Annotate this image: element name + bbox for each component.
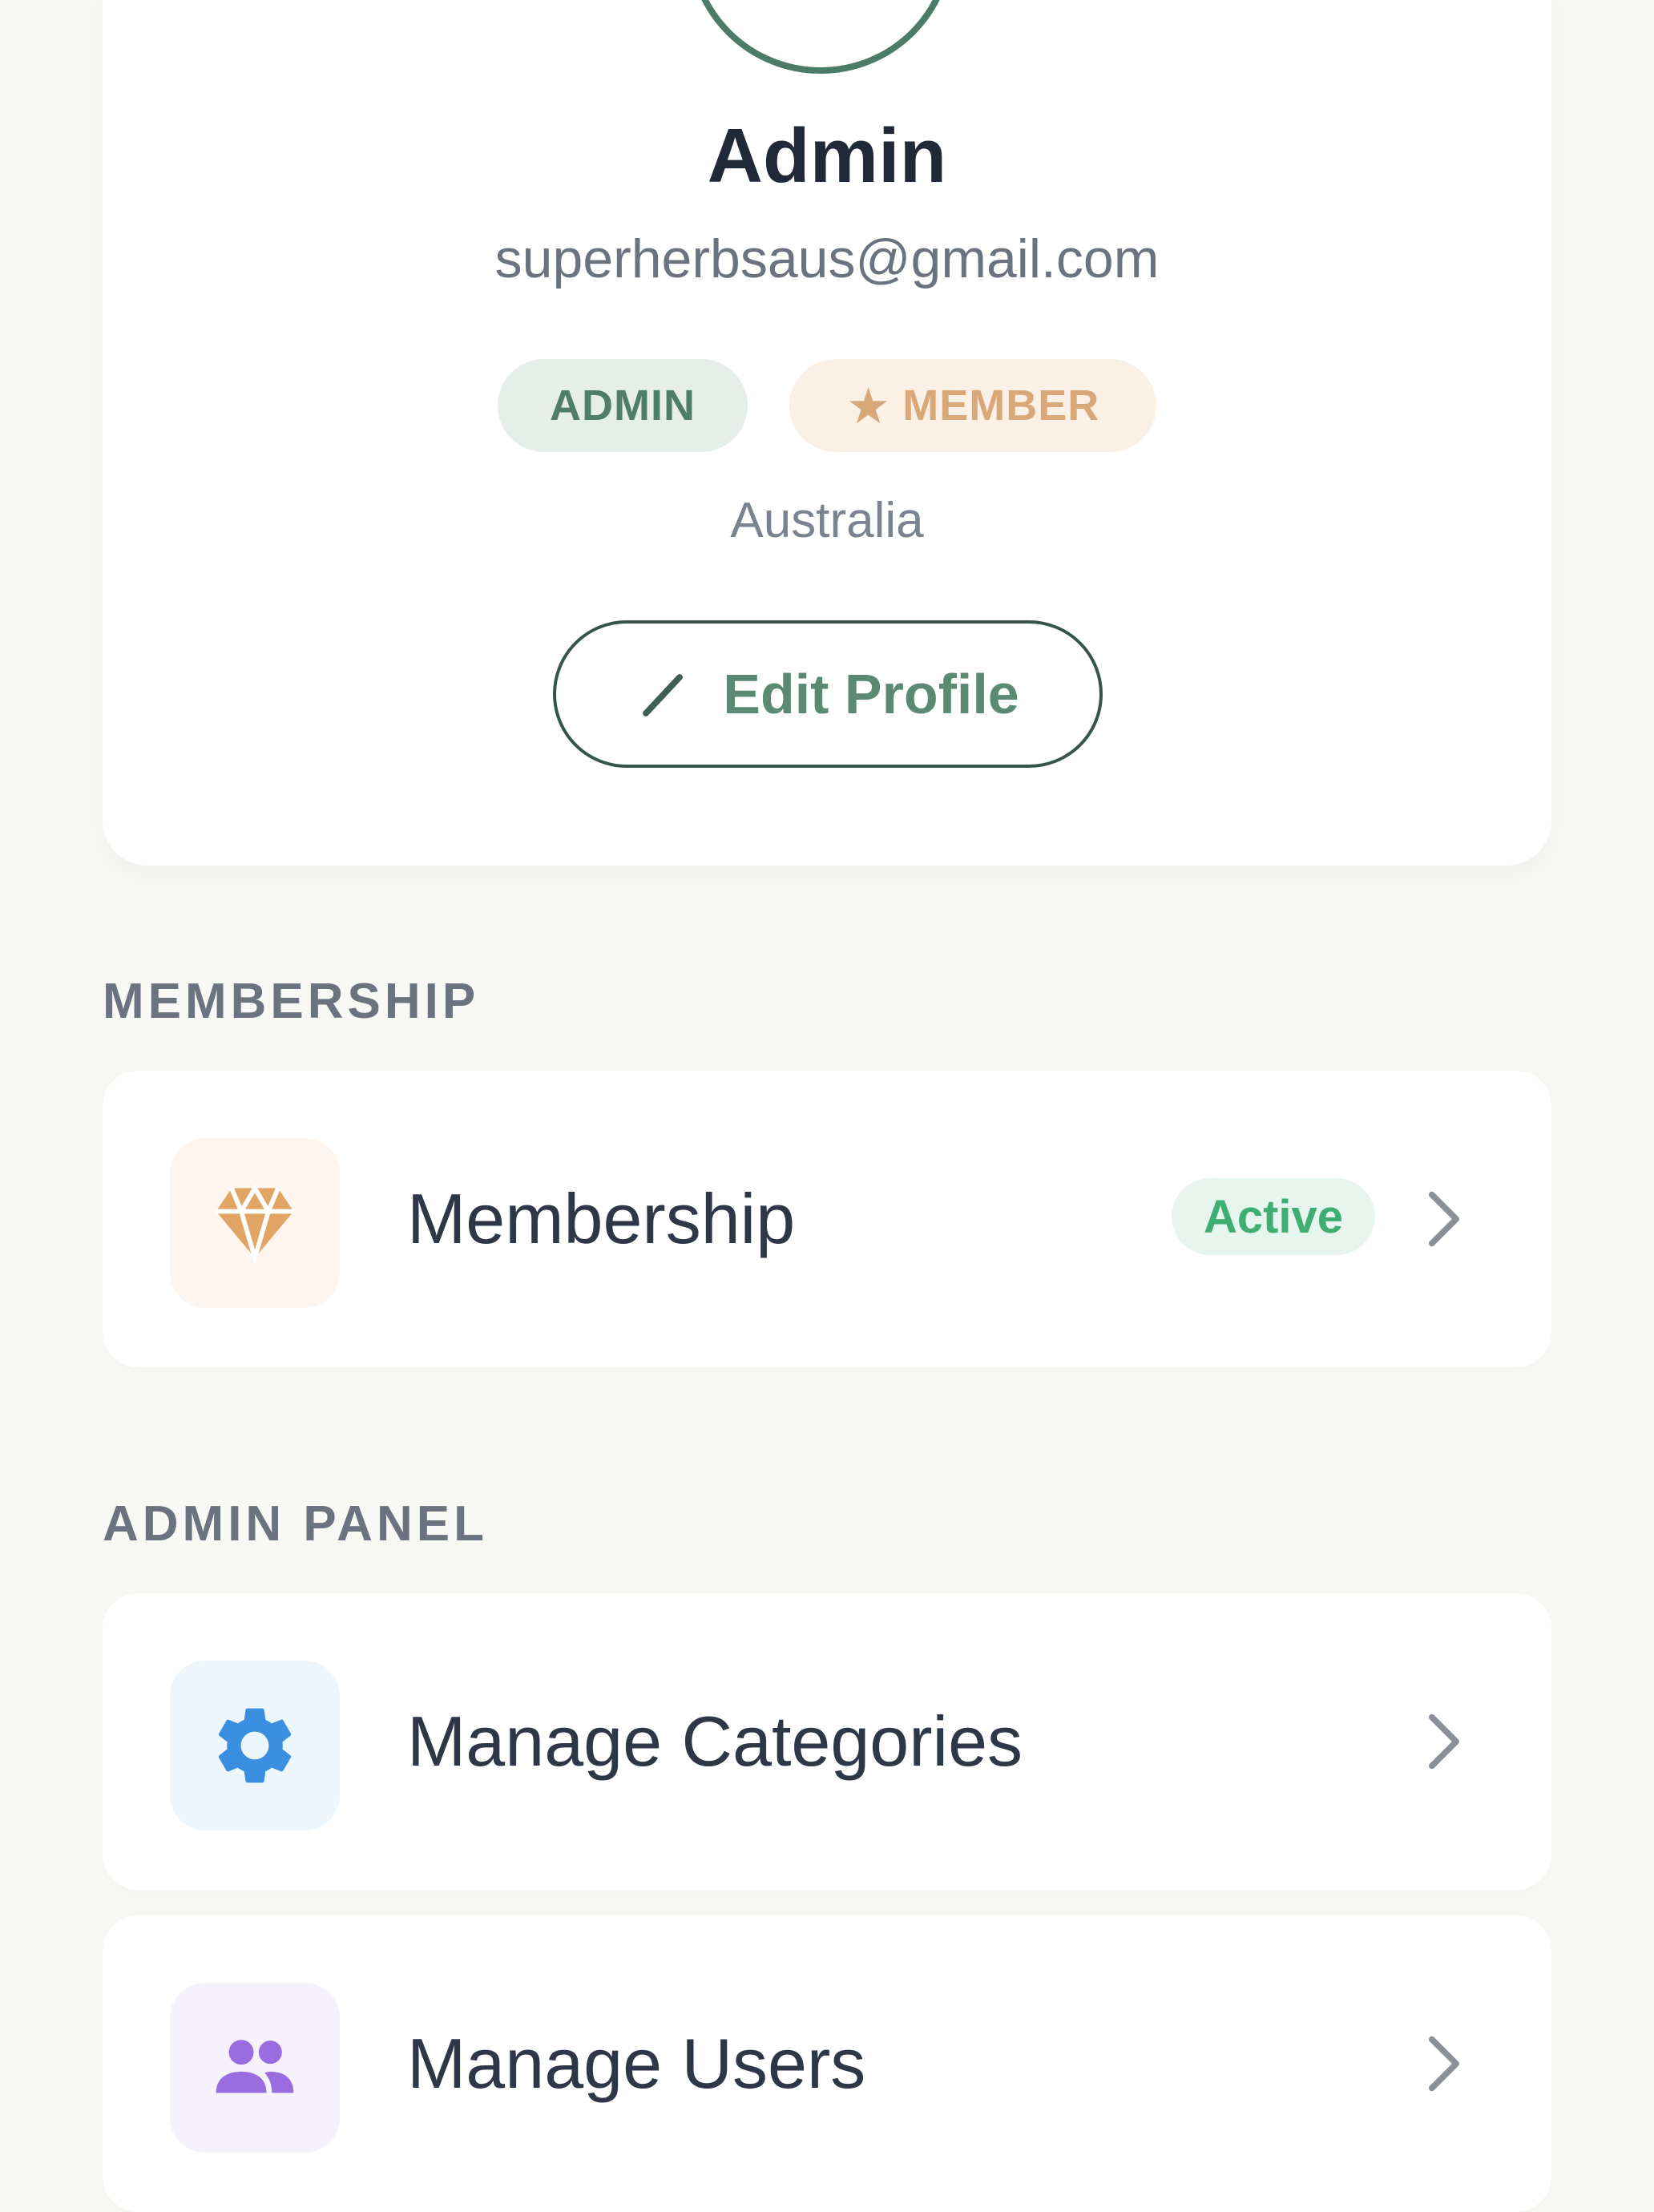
users-icon-box (170, 1983, 340, 2153)
status-badge: Active (1172, 1178, 1375, 1255)
chevron-right-icon (1429, 1191, 1459, 1247)
manage-categories-item[interactable]: Manage Categories (103, 1593, 1551, 1890)
chevron-right-icon (1429, 2036, 1459, 2092)
profile-name: Admin (707, 113, 947, 199)
edit-profile-button[interactable]: Edit Profile (553, 620, 1103, 768)
manage-users-item[interactable]: Manage Users (103, 1915, 1551, 2212)
profile-country: Australia (730, 493, 924, 548)
chevron-right-icon (1429, 1713, 1459, 1770)
diamond-icon (216, 1183, 294, 1266)
star-icon: ★ (845, 378, 892, 434)
section-title-membership: MEMBERSHIP (103, 974, 480, 1029)
membership-item[interactable]: Membership Active (103, 1071, 1551, 1367)
categories-icon-box (170, 1661, 340, 1831)
users-icon (216, 2040, 294, 2093)
avatar[interactable] (688, 0, 960, 87)
edit-profile-label: Edit Profile (723, 663, 1019, 725)
admin-badge: ADMIN (498, 359, 748, 452)
profile-badges: ADMIN ★ MEMBER (0, 359, 1654, 452)
profile-email: superherbsaus@gmail.com (494, 228, 1160, 289)
manage-categories-label: Manage Categories (407, 1701, 1023, 1781)
admin-badge-label: ADMIN (550, 381, 696, 430)
manage-users-label: Manage Users (407, 2024, 866, 2103)
member-badge: ★ MEMBER (789, 359, 1156, 452)
membership-label: Membership (407, 1179, 796, 1258)
gear-icon (218, 1708, 292, 1783)
section-title-admin-panel: ADMIN PANEL (103, 1496, 488, 1552)
membership-icon-box (170, 1138, 340, 1308)
member-badge-label: MEMBER (902, 381, 1100, 430)
pencil-icon (643, 674, 684, 716)
